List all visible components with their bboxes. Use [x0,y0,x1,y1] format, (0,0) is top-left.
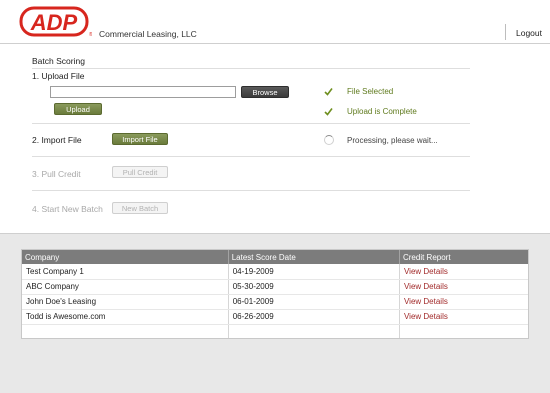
adp-logo: ADP ® [19,6,92,38]
step-new-batch-label: 4. Start New Batch [32,204,103,214]
date-cell: 04-19-2009 [228,264,400,280]
view-details-link[interactable]: View Details [399,264,528,280]
browse-button[interactable]: Browse [241,86,289,98]
results-table-container: Company Latest Score Date Credit Report … [21,249,529,339]
table-row: ABC Company 05-30-2009 View Details [22,279,528,295]
section-title: Batch Scoring [32,56,85,66]
view-details-link[interactable]: View Details [399,279,528,295]
table-row: John Doe's Leasing 06-01-2009 View Detai… [22,294,528,310]
loading-spinner-icon [324,135,334,145]
status-processing: Processing, please wait... [347,136,438,145]
divider [32,68,470,69]
table-row: Todd is Awesome.com 06-26-2009 View Deta… [22,309,528,325]
view-details-link[interactable]: View Details [399,294,528,310]
check-icon [324,108,333,116]
divider [32,190,470,191]
empty-row [22,324,528,338]
view-details-link[interactable]: View Details [399,309,528,325]
date-cell: 05-30-2009 [228,279,400,295]
logout-link[interactable]: Logout [516,28,542,38]
company-cell: John Doe's Leasing [22,294,229,310]
column-header-credit-report[interactable]: Credit Report [399,250,528,264]
results-table: Company Latest Score Date Credit Report … [22,250,528,338]
import-file-button[interactable]: Import File [112,133,168,145]
header-divider [505,24,506,40]
new-batch-button[interactable]: New Batch [112,202,168,214]
date-cell: 06-26-2009 [228,309,400,325]
column-header-score-date[interactable]: Latest Score Date [228,250,400,264]
svg-text:®: ® [89,31,92,38]
company-cell: Test Company 1 [22,264,229,280]
step-pull-credit-label: 3. Pull Credit [32,169,81,179]
file-path-input[interactable] [50,86,236,98]
status-upload-complete: Upload is Complete [347,107,417,116]
divider [32,156,470,157]
batch-scoring-panel: Batch Scoring 1. Upload File Browse Uplo… [0,44,550,234]
table-row: Test Company 1 04-19-2009 View Details [22,264,528,280]
upload-button[interactable]: Upload [54,103,102,115]
table-header-row: Company Latest Score Date Credit Report [22,250,528,264]
step-upload-label: 1. Upload File [32,71,85,81]
status-file-selected: File Selected [347,87,394,96]
logo-text: ADP [30,10,78,35]
company-name: Commercial Leasing, LLC [99,29,197,39]
pull-credit-button[interactable]: Pull Credit [112,166,168,178]
step-import-label: 2. Import File [32,135,82,145]
column-header-company[interactable]: Company [22,250,229,264]
company-cell: ABC Company [22,279,229,295]
app-header: ADP ® Commercial Leasing, LLC Logout [0,0,550,44]
date-cell: 06-01-2009 [228,294,400,310]
company-cell: Todd is Awesome.com [22,309,229,325]
check-icon [324,88,333,96]
divider [32,123,470,124]
